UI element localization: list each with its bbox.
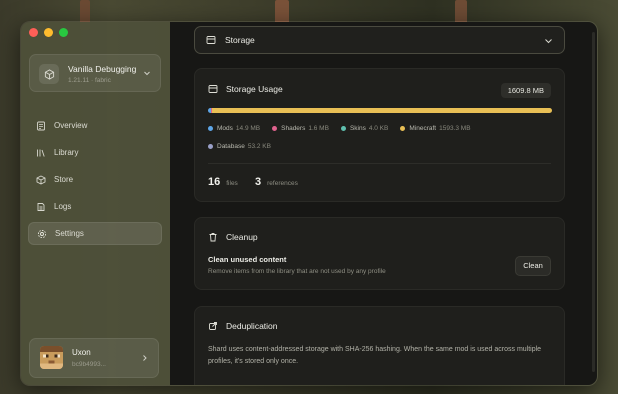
files-stat: 16 files [208, 176, 238, 188]
sidebar-item-label: Library [54, 148, 79, 157]
deduplication-title: Deduplication [226, 321, 278, 331]
sidebar-item-label: Logs [54, 202, 72, 211]
clean-unused-description: Remove items from the library that are n… [208, 268, 386, 275]
sidebar-nav: Overview Library Store Logs Settings [28, 114, 162, 249]
usage-bar [208, 108, 552, 113]
avatar [40, 346, 63, 369]
storage-usage-header: Storage Usage [208, 84, 283, 94]
sidebar-item-settings[interactable]: Settings [28, 222, 162, 245]
sidebar-item-label: Overview [54, 121, 88, 130]
legend-dot [272, 126, 278, 131]
legend-value: 1.6 MB [308, 125, 329, 132]
logs-icon [37, 202, 45, 211]
storage-icon [206, 36, 216, 44]
legend-item-minecraft: Minecraft 1593.3 MB [400, 125, 471, 132]
sidebar-item-label: Settings [55, 229, 84, 238]
window-controls [29, 28, 68, 37]
legend-label: Minecraft [409, 125, 437, 132]
profile-version: 1.21.11 · fabric [68, 77, 111, 84]
storage-icon [208, 85, 218, 93]
account-card[interactable]: Uxon bc9b4993... [29, 338, 159, 378]
clean-button[interactable]: Clean [515, 256, 551, 276]
sidebar: Vanilla Debugging 1.21.11 · fabric Overv… [21, 22, 170, 385]
files-count: 16 [208, 176, 221, 188]
references-count: 3 [255, 176, 262, 188]
legend-value: 1593.3 MB [439, 125, 471, 132]
main-content: Storage Storage Usage 1609.8 MB Mods 14.… [170, 22, 597, 385]
references-label: references [267, 180, 298, 187]
legend-item-shaders: Shaders 1.6 MB [272, 125, 329, 132]
chevron-down-icon [545, 39, 552, 44]
legend-label: Mods [217, 125, 233, 132]
clean-unused-title: Clean unused content [208, 255, 287, 264]
library-icon [37, 149, 45, 157]
legend-label: Database [217, 143, 245, 150]
legend-item-skins: Skins 4.0 KB [340, 125, 389, 132]
legend-label: Shaders [281, 125, 306, 132]
cleanup-title: Cleanup [226, 232, 258, 242]
total-size-badge: 1609.8 MB [500, 83, 551, 98]
overview-icon [37, 121, 45, 130]
references-stat: 3 references [255, 176, 298, 188]
legend-item-database: Database 53.2 KB [208, 143, 271, 150]
deduplication-header: Deduplication [208, 321, 278, 331]
deduplication-card: Deduplication Shard uses content-address… [194, 306, 565, 385]
deduplication-description: Shard uses content-addressed storage wit… [208, 346, 542, 365]
legend-label: Skins [349, 125, 366, 132]
zoom-window-button[interactable] [59, 28, 68, 37]
sidebar-item-store[interactable]: Store [28, 168, 162, 191]
storage-usage-title: Storage Usage [226, 84, 283, 94]
legend-dot [208, 126, 213, 131]
legend-value: 14.9 MB [235, 125, 261, 132]
chevron-right-icon [143, 355, 147, 361]
sidebar-item-logs[interactable]: Logs [28, 195, 162, 218]
cleanup-header: Cleanup [208, 232, 258, 242]
usage-legend-row-2: Database 53.2 KB [208, 143, 283, 150]
sidebar-item-library[interactable]: Library [28, 141, 162, 164]
usage-bar-segment-minecraft [211, 108, 552, 113]
legend-value: 53.2 KB [247, 143, 271, 150]
legend-dot [340, 126, 346, 131]
files-label: files [226, 180, 238, 187]
account-name: Uxon [72, 348, 91, 357]
section-select-value: Storage [225, 35, 255, 45]
app-window: Vanilla Debugging 1.21.11 · fabric Overv… [20, 21, 598, 386]
profile-selector[interactable]: Vanilla Debugging 1.21.11 · fabric [29, 54, 161, 92]
trash-icon [209, 233, 217, 242]
scrollbar[interactable] [592, 32, 595, 372]
account-id: bc9b4993... [72, 361, 106, 368]
store-icon [36, 174, 46, 185]
storage-usage-card: Storage Usage 1609.8 MB Mods 14.9 MB Sha… [194, 68, 565, 202]
chevron-down-icon [144, 71, 150, 76]
close-window-button[interactable] [29, 28, 38, 37]
legend-dot [400, 126, 406, 131]
gear-icon [37, 229, 47, 238]
cleanup-card: Cleanup Clean unused content Remove item… [194, 217, 565, 290]
profile-name: Vanilla Debugging [68, 64, 137, 74]
cube-icon [39, 64, 59, 84]
usage-legend: Mods 14.9 MB Shaders 1.6 MB Skins 4.0 KB… [208, 125, 483, 132]
legend-dot [208, 144, 213, 149]
minimize-window-button[interactable] [44, 28, 53, 37]
legend-value: 4.0 KB [368, 125, 389, 132]
link-external-icon [209, 322, 217, 330]
sidebar-item-overview[interactable]: Overview [28, 114, 162, 137]
legend-item-mods: Mods 14.9 MB [208, 125, 260, 132]
divider [208, 163, 551, 164]
sidebar-item-label: Store [54, 175, 74, 184]
section-select[interactable]: Storage [194, 26, 565, 54]
